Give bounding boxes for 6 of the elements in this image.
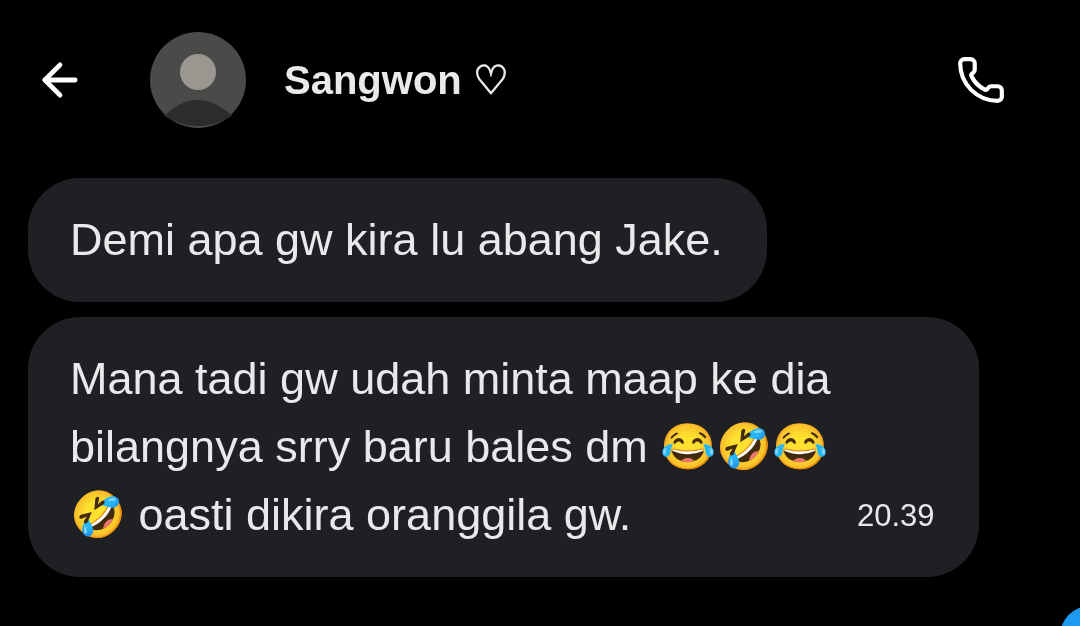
phone-icon[interactable] bbox=[956, 55, 1006, 105]
message-text: Demi apa gw kira lu abang Jake. bbox=[70, 213, 723, 267]
contact-name[interactable]: Sangwon ♡ bbox=[284, 50, 509, 110]
message-time: 20.39 bbox=[857, 496, 935, 535]
message-text: Mana tadi gw udah minta maap ke dia bilangnya srry baru bales dm 😂🤣😂 🤣 oasti dikira oranggila gw. bbox=[70, 352, 832, 542]
avatar[interactable] bbox=[150, 32, 246, 128]
